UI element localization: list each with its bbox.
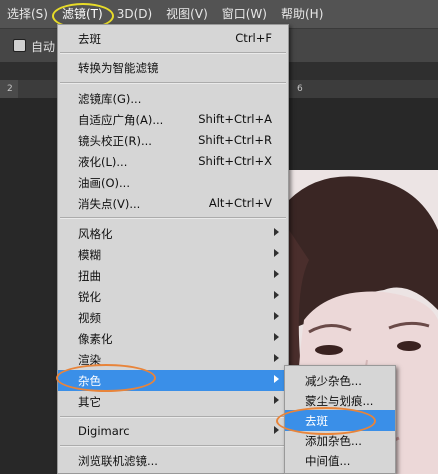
menu-item-liquify[interactable]: 液化(L)... Shift+Ctrl+X [58,151,288,172]
submenu-arrow-icon [274,426,279,434]
menu-item-label: 镜头校正(R)... [78,134,152,148]
noise-submenu: 减少杂色... 蒙尘与划痕... 去斑 添加杂色... 中间值... [284,365,396,474]
ruler-label: 2 [7,84,13,94]
ruler-label: 6 [297,84,303,94]
menu-item-last-filter[interactable]: 去斑 Ctrl+F [58,28,288,49]
menu-item-blur[interactable]: 模糊 [58,244,288,265]
menu-item-label: 杂色 [78,374,101,388]
menu-item-label: 油画(O)... [78,176,130,190]
submenu-item-label: 添加杂色... [305,434,362,448]
menu-item-oil-paint[interactable]: 油画(O)... [58,172,288,193]
auto-select-checkbox[interactable] [13,39,26,52]
menu-item-render[interactable]: 渲染 [58,349,288,370]
menu-item-video[interactable]: 视频 [58,307,288,328]
menu-item-digimarc[interactable]: Digimarc [58,421,288,442]
submenu-arrow-icon [274,312,279,320]
menu-item-shortcut: Alt+Ctrl+V [208,196,272,210]
auto-select-label: 自动 [31,40,56,54]
submenu-item-dust-scratches[interactable]: 蒙尘与划痕... [285,390,395,411]
submenu-item-label: 去斑 [305,414,328,428]
submenu-item-label: 减少杂色... [305,374,362,388]
submenu-item-median[interactable]: 中间值... [285,450,395,471]
menu-item-distort[interactable]: 扭曲 [58,265,288,286]
menu-item-vanishing-point[interactable]: 消失点(V)... Alt+Ctrl+V [58,193,288,214]
submenu-item-label: 蒙尘与划痕... [305,394,374,408]
menu-item-label: 风格化 [78,227,113,241]
submenu-arrow-icon [274,354,279,362]
menu-item-shortcut: Shift+Ctrl+R [198,133,272,147]
menu-item-label: 视频 [78,311,101,325]
filter-dropdown-menu: 去斑 Ctrl+F 转换为智能滤镜 滤镜库(G)... 自适应广角(A)... … [57,24,289,474]
menu-item-sharpen[interactable]: 锐化 [58,286,288,307]
menu-separator [60,52,286,54]
menu-item-adaptive-wide-angle[interactable]: 自适应广角(A)... Shift+Ctrl+A [58,109,288,130]
menu-item-other[interactable]: 其它 [58,391,288,412]
menu-item-label: 自适应广角(A)... [78,113,164,127]
menu-item-label: 模糊 [78,248,101,262]
menu-item-filter-gallery[interactable]: 滤镜库(G)... [58,88,288,109]
menu-item-convert-smart-filter[interactable]: 转换为智能滤镜 [58,57,288,78]
menu-item-shortcut: Shift+Ctrl+X [198,154,272,168]
menu-item-label: 渲染 [78,353,101,367]
menu-separator [60,217,286,219]
menu-item-shortcut: Ctrl+F [235,31,272,45]
submenu-item-despeckle[interactable]: 去斑 [285,410,395,431]
submenu-arrow-icon [274,270,279,278]
menu-item-label: 扭曲 [78,269,101,283]
menu-item-lens-correction[interactable]: 镜头校正(R)... Shift+Ctrl+R [58,130,288,151]
menu-item-label: 其它 [78,395,101,409]
submenu-arrow-icon [274,291,279,299]
menu-item-label: 滤镜库(G)... [78,92,142,106]
menu-item-label: 去斑 [78,32,101,46]
submenu-arrow-icon [274,333,279,341]
menu-separator [60,82,286,84]
submenu-arrow-icon [274,375,279,383]
submenu-item-label: 中间值... [305,454,351,468]
menu-item-label: 浏览联机滤镜... [78,454,158,468]
menu-separator [60,445,286,447]
menu-item-label: 转换为智能滤镜 [78,61,159,75]
menu-item-label: 消失点(V)... [78,197,141,211]
menu-item-label: 液化(L)... [78,155,128,169]
menu-item-pixelate[interactable]: 像素化 [58,328,288,349]
submenu-item-add-noise[interactable]: 添加杂色... [285,430,395,451]
menu-item-stylize[interactable]: 风格化 [58,223,288,244]
submenu-item-reduce-noise[interactable]: 减少杂色... [285,370,395,391]
menu-item-shortcut: Shift+Ctrl+A [198,112,272,126]
menu-item-noise[interactable]: 杂色 [58,370,288,391]
menu-select[interactable]: 选择(S) [0,0,55,28]
menu-separator [60,416,286,418]
submenu-arrow-icon [274,396,279,404]
menu-item-browse-online-filters[interactable]: 浏览联机滤镜... [58,450,288,471]
submenu-arrow-icon [274,249,279,257]
menu-item-label: 像素化 [78,332,113,346]
menu-item-label: 锐化 [78,290,101,304]
submenu-arrow-icon [274,228,279,236]
menu-item-label: Digimarc [78,424,130,438]
